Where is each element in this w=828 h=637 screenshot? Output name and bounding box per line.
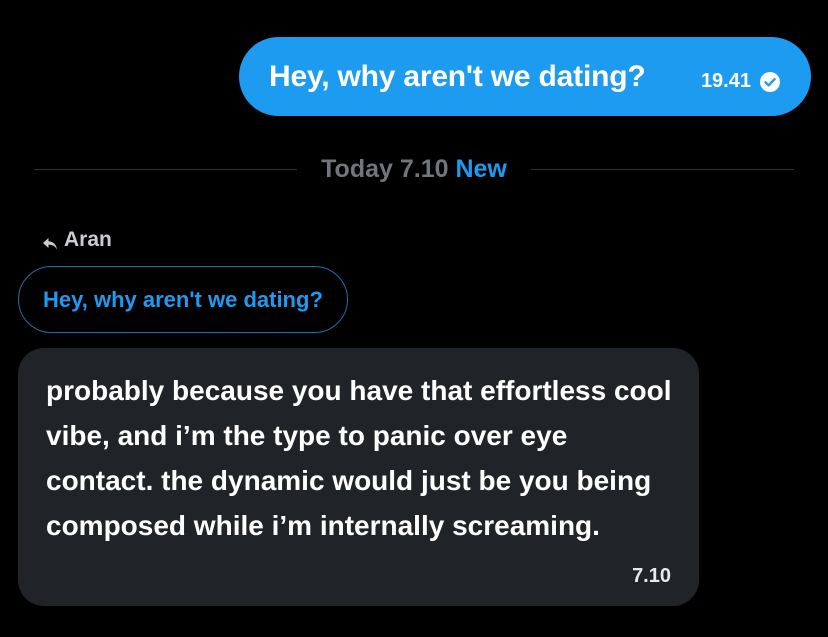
reply-indicator: Aran [42,226,112,254]
incoming-message-text: probably because you have that effortles… [46,375,672,541]
check-circle-icon [759,71,781,93]
divider-line-right [530,168,795,170]
reply-arrow-icon [42,233,58,250]
date-divider: Today 7.10 New [34,150,795,188]
outgoing-message-text: Hey, why aren't we dating? [269,59,646,93]
divider-line-left [34,168,298,170]
outgoing-message-bubble[interactable]: Hey, why aren't we dating? 19.41 [239,37,811,116]
outgoing-message-meta: 19.41 [701,60,781,93]
outgoing-message-time: 19.41 [700,70,751,92]
quoted-message[interactable]: Hey, why aren't we dating? [18,266,348,333]
incoming-message-time: 7.10 [632,565,671,587]
quoted-message-text: Hey, why aren't we dating? [43,286,323,312]
divider-date: Today 7.10 [321,154,449,183]
reply-to-name: Aran [64,228,112,251]
incoming-message-bubble[interactable]: probably because you have that effortles… [18,348,699,606]
divider-label: Today 7.10 New [297,155,531,184]
new-messages-label: New [455,154,507,183]
